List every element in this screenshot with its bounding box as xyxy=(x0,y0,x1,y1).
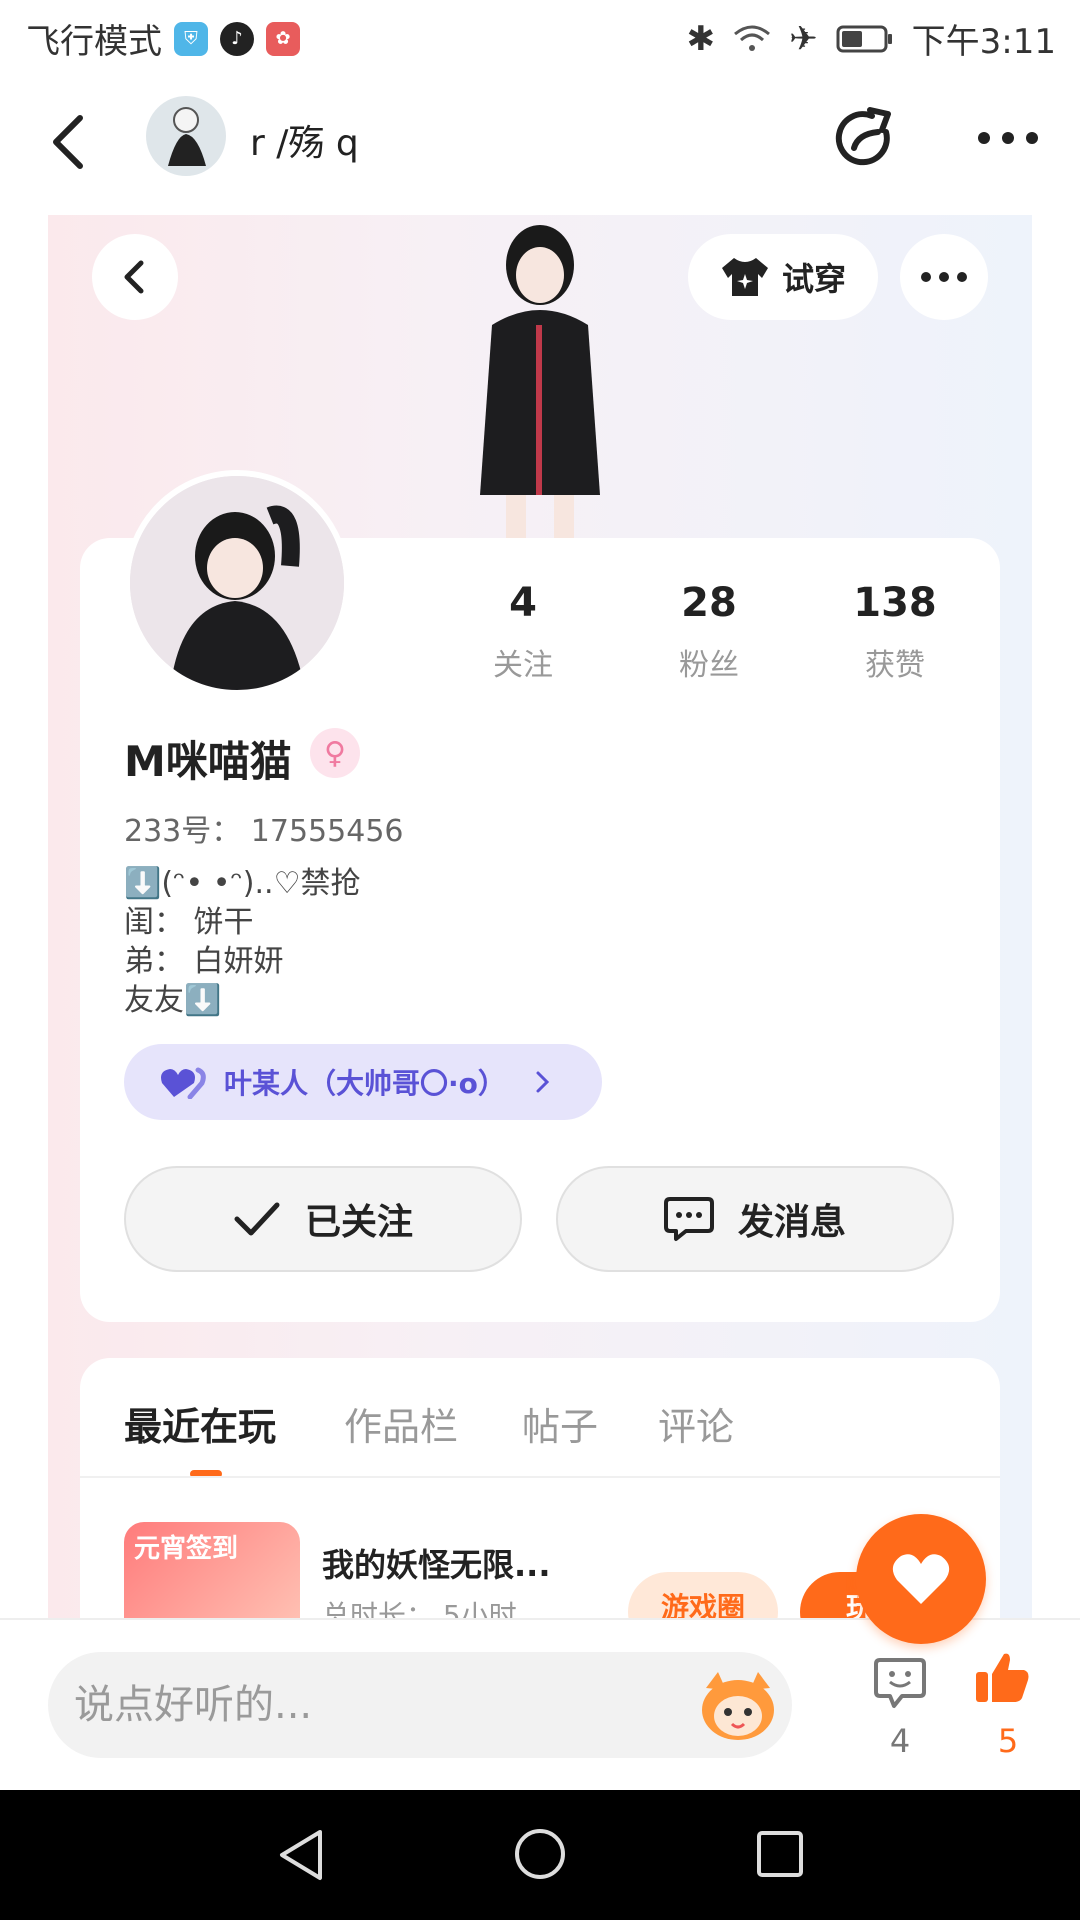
bio-line: 闺： 饼干 xyxy=(124,905,254,940)
profile-avatar[interactable] xyxy=(124,470,350,696)
user-bio: ⬇️(ᵔ• •ᵔ)..♡禁抢 闺： 饼干 弟： 白妍妍 友友⬇️ xyxy=(124,864,360,1020)
battery-icon xyxy=(836,25,892,52)
tab-works[interactable]: 作品栏 xyxy=(344,1396,458,1451)
female-icon: ♀ xyxy=(310,728,360,778)
stat-followers-label: 粉丝 xyxy=(679,648,739,683)
tab-posts[interactable]: 帖子 xyxy=(522,1396,598,1451)
stat-following-count[interactable]: 4 xyxy=(443,580,603,626)
more-icon xyxy=(921,272,967,282)
stat-likes-label: 获赞 xyxy=(865,648,925,683)
airplane-icon: ✈ xyxy=(789,18,818,59)
double-heart-icon xyxy=(161,1067,206,1099)
followed-label: 已关注 xyxy=(304,1202,413,1243)
thumbs-up-icon xyxy=(976,1653,1029,1702)
status-right: ✱ ✈ 下午3:11 xyxy=(687,14,1056,63)
like-fab-button[interactable] xyxy=(856,1514,986,1644)
avatar-figure xyxy=(130,476,344,690)
user-id: 233号： 17555456 xyxy=(124,814,404,849)
chevron-left-icon xyxy=(53,115,83,169)
avatar-figure xyxy=(168,107,206,166)
banner-back-button[interactable] xyxy=(92,234,178,320)
chat-bubble-icon xyxy=(663,1197,714,1241)
bio-line: 弟： 白妍妍 xyxy=(124,944,284,979)
user-name: M咪喵猫 xyxy=(124,737,292,786)
avatar-character-image xyxy=(480,225,600,540)
nav-home-icon[interactable] xyxy=(514,1828,566,1880)
tab-comments[interactable]: 评论 xyxy=(658,1396,734,1451)
game-thumb-text: 元宵签到 xyxy=(134,1534,239,1564)
nav-back-icon[interactable] xyxy=(276,1828,326,1882)
tabs-divider xyxy=(80,1476,1000,1478)
followed-button[interactable]: 已关注 xyxy=(124,1166,522,1272)
more-icon xyxy=(978,132,1038,144)
share-icon xyxy=(835,107,891,166)
tshirt-icon xyxy=(721,258,768,296)
try-on-label: 试穿 xyxy=(781,260,846,298)
header-avatar[interactable] xyxy=(146,96,226,176)
stat-following-label: 关注 xyxy=(493,648,553,683)
checkmark-icon xyxy=(234,1202,280,1236)
heart-icon xyxy=(892,1554,950,1604)
shield-app-icon: ⛨ xyxy=(174,21,208,56)
comment-input[interactable] xyxy=(48,1652,792,1758)
cp-name: 叶某人（大帅哥〇·o） xyxy=(224,1067,506,1100)
bio-line: 友友⬇️ xyxy=(124,983,222,1018)
comment-icon xyxy=(874,1658,926,1708)
status-left: 飞行模式 ⛨ ♪ ✿ xyxy=(26,14,300,63)
bio-line: ⬇️(ᵔ• •ᵔ)..♡禁抢 xyxy=(124,866,361,901)
comment-count-button[interactable] xyxy=(872,1656,928,1714)
send-message-label: 发消息 xyxy=(737,1202,846,1243)
clock: 下午3:11 xyxy=(911,22,1056,62)
cp-relationship-badge[interactable]: 叶某人（大帅哥〇·o） xyxy=(124,1044,602,1120)
tiktok-app-icon: ♪ xyxy=(220,21,254,56)
airplane-mode-label: 飞行模式 xyxy=(26,22,162,62)
like-count: 5 xyxy=(997,1722,1019,1760)
wifi-icon xyxy=(734,25,771,51)
comment-count: 4 xyxy=(889,1722,911,1760)
share-button[interactable] xyxy=(832,106,898,176)
chevron-left-icon xyxy=(124,260,144,294)
game-title[interactable]: 我的妖怪无限... xyxy=(322,1540,550,1586)
emoji-mascot-icon xyxy=(702,1672,774,1740)
more-button[interactable] xyxy=(976,126,1040,154)
status-bar: 飞行模式 ⛨ ♪ ✿ ✱ ✈ 下午3:11 xyxy=(0,0,1080,72)
game-thumbnail[interactable]: 元宵签到 xyxy=(124,1522,300,1632)
page-title: r /殇 q xyxy=(250,123,359,164)
nav-recents-icon[interactable] xyxy=(756,1830,804,1878)
system-nav-bar xyxy=(0,1790,1080,1920)
stat-likes-count[interactable]: 138 xyxy=(815,580,975,626)
back-button[interactable] xyxy=(44,112,94,176)
chevron-right-icon xyxy=(536,1071,549,1093)
send-message-button[interactable]: 发消息 xyxy=(556,1166,954,1272)
bluetooth-icon: ✱ xyxy=(686,18,716,59)
try-on-button[interactable]: 试穿 xyxy=(688,234,878,320)
stat-followers-count[interactable]: 28 xyxy=(629,580,789,626)
tab-recently-played[interactable]: 最近在玩 xyxy=(124,1396,276,1451)
huawei-app-icon: ✿ xyxy=(266,21,300,56)
banner-more-button[interactable] xyxy=(900,234,988,320)
mascot-icon[interactable] xyxy=(696,1668,780,1748)
like-count-button[interactable] xyxy=(974,1650,1030,1710)
